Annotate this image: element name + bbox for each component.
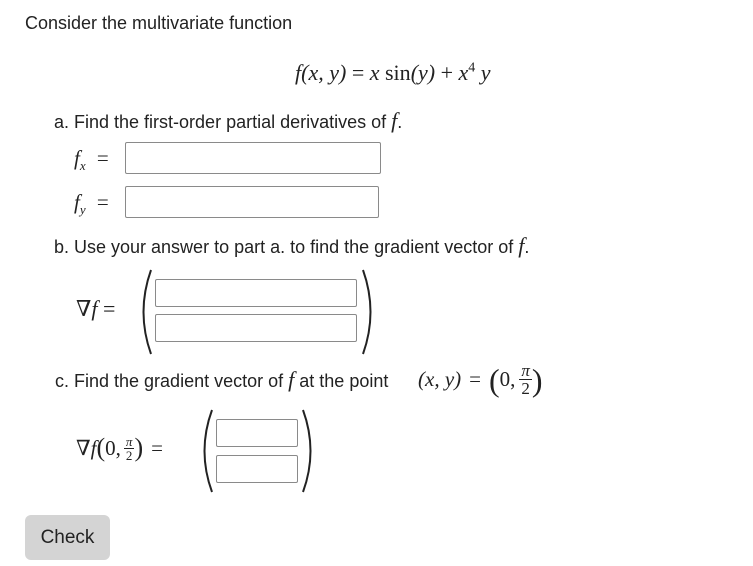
point-close-paren: ) [531,361,543,398]
right-paren-icon [362,269,372,355]
gradient-eval-x-input[interactable] [216,419,298,447]
plus-sign: + [440,60,454,85]
eval-open-paren: ( [96,433,106,462]
gradient-symbol: ∇f [76,296,98,321]
fx-equals: = [96,146,109,170]
equals-sign: = [351,60,365,85]
eval-x: 0, [105,435,121,460]
gradient-y-input[interactable] [155,314,357,342]
point-fraction: π 2 [519,362,532,397]
term-y: y [480,60,491,85]
term-x-power: x [458,60,469,85]
sin-function: sin [385,60,411,85]
fx-sub: x [79,158,86,174]
fy-equals: = [96,190,109,214]
sin-argument: (y) [410,60,436,85]
eval-left-paren-icon [203,409,213,493]
point-x: 0, [499,367,516,391]
point-two: 2 [521,379,530,398]
gradient-eval-y-input[interactable] [216,455,298,483]
part-c-text-before: c. Find the gradient vector of [55,371,284,391]
term-x: x [369,60,380,85]
part-a-text: a. Find the first-order partial derivati… [54,112,387,132]
fy-label: fy = [74,190,109,218]
gradient-eval-symbol: ∇f [76,435,97,460]
part-c-prompt: c. Find the gradient vector of f at the … [55,367,388,393]
gradient-equals: = [102,296,116,321]
eval-pi: π [123,433,135,449]
part-b-period: . [524,237,530,257]
part-a-period: . [397,112,403,132]
point-expression: (x, y) = ( 0, π 2 ) [418,362,543,397]
exponent: 4 [468,60,476,76]
point-equals: = [469,367,481,391]
left-paren-icon [142,269,152,355]
part-c-text-mid: at the point [299,371,389,391]
fx-label: fx = [74,146,109,174]
eval-equals: = [151,435,163,460]
eval-fraction: π 2 [123,433,135,463]
function-args: (x, y) [301,60,347,85]
point-open-paren: ( [488,361,500,398]
eval-right-paren-icon [302,409,312,493]
fy-sub: y [79,202,86,218]
fy-input[interactable] [125,186,379,218]
function-definition: f(x, y) = x sin(y) + x4 y [295,60,491,86]
part-c-var: f [288,367,295,392]
part-b-prompt: b. Use your answer to part a. to find th… [54,233,529,259]
part-a-prompt: a. Find the first-order partial derivati… [54,108,402,134]
point-lhs: (x, y) [418,367,462,391]
gradient-eval-label: ∇f ( 0, π 2 ) = [76,433,163,463]
fx-input[interactable] [125,142,381,174]
gradient-label: ∇f = [76,296,115,322]
intro-text: Consider the multivariate function [25,13,293,33]
part-b-text: b. Use your answer to part a. to find th… [54,237,514,257]
point-pi: π [519,361,532,380]
eval-close-paren: ) [134,433,144,462]
eval-two: 2 [125,447,133,463]
check-button[interactable]: Check [25,515,110,560]
gradient-x-input[interactable] [155,279,357,307]
